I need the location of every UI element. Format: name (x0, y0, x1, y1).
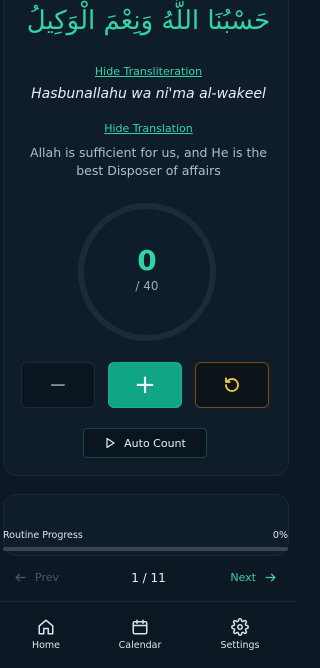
gear-icon (231, 618, 249, 636)
auto-count-label: Auto Count (124, 436, 186, 450)
calendar-icon (132, 619, 148, 635)
transliteration-text: Hasbunallahu wa ni'ma al-wakeel (31, 86, 266, 102)
plus-icon: + (134, 370, 156, 400)
play-icon (106, 437, 115, 449)
counter-target: / 40 (135, 279, 159, 293)
next-button[interactable]: Next (230, 571, 277, 584)
hide-translation-link[interactable]: Hide Translation (0, 122, 297, 135)
home-icon (38, 619, 54, 635)
routine-progress-label: Routine Progress (3, 530, 83, 541)
routine-progress-value: 0% (272, 530, 288, 541)
translation-text: Allah is sufficient for us, and He is th… (30, 145, 267, 178)
dhikr-pager: Prev 1 / 11 Next (0, 571, 297, 589)
nav-settings[interactable]: Settings (200, 618, 280, 651)
hide-transliteration-link[interactable]: Hide Transliteration (0, 65, 297, 78)
next-label: Next (230, 571, 256, 584)
nav-calendar[interactable]: Calendar (100, 618, 180, 651)
counter-value: 0 (137, 244, 157, 277)
auto-count-button[interactable]: Auto Count (83, 428, 207, 458)
reset-button[interactable] (195, 362, 269, 408)
minus-icon: − (48, 372, 68, 398)
nav-home-label: Home (31, 640, 61, 651)
increment-button[interactable]: + (108, 362, 182, 408)
arabic-text: حَسْبُنَا اللَّهُ وَنِعْمَ الْوَكِيلُ (26, 6, 271, 36)
nav-calendar-label: Calendar (118, 640, 162, 651)
nav-settings-label: Settings (220, 640, 260, 651)
routine-progress-bar (3, 547, 288, 551)
nav-home[interactable]: Home (6, 618, 86, 651)
arrow-right-icon (265, 573, 276, 582)
decrement-button[interactable]: − (21, 362, 95, 408)
reset-icon (225, 377, 239, 392)
bottom-navigation: Home Calendar Settings (0, 601, 297, 668)
